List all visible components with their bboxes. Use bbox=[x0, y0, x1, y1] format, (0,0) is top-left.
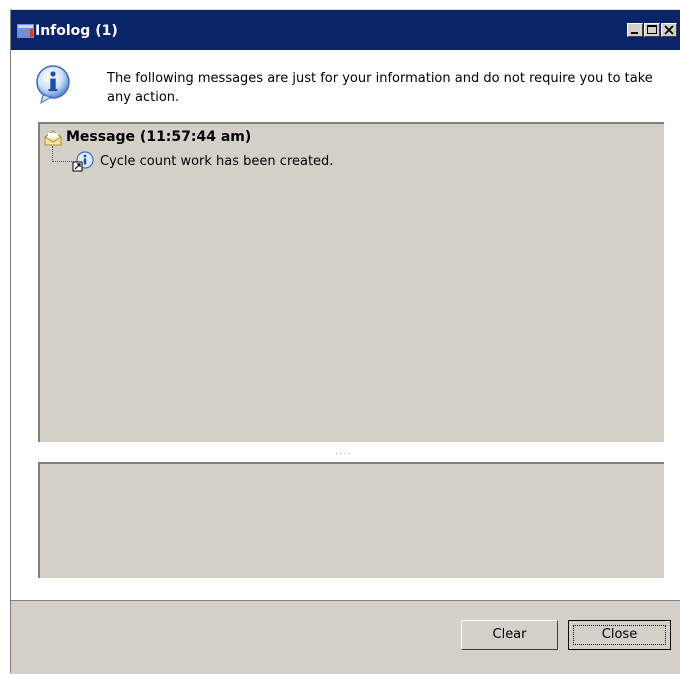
close-button-label: Close bbox=[573, 625, 666, 645]
close-icon bbox=[664, 25, 674, 35]
close-button[interactable]: Close bbox=[568, 620, 671, 650]
maximize-icon bbox=[647, 25, 657, 34]
panel-splitter[interactable]: .... bbox=[38, 442, 664, 462]
minimize-icon bbox=[631, 32, 638, 34]
close-window-button[interactable] bbox=[661, 23, 677, 37]
info-message: The following messages are just for your… bbox=[107, 71, 653, 105]
info-icon bbox=[36, 65, 70, 104]
app-icon bbox=[17, 24, 34, 38]
clear-button[interactable]: Clear bbox=[461, 620, 558, 650]
message-item[interactable]: Cycle count work has been created. bbox=[100, 154, 333, 169]
tree-connector bbox=[52, 146, 72, 162]
button-bar: Clear Close bbox=[11, 600, 680, 674]
window-title: Infolog (1) bbox=[35, 23, 118, 39]
info-small-icon bbox=[72, 151, 94, 172]
message-detail-panel[interactable] bbox=[38, 462, 664, 578]
splitter-grip: .... bbox=[335, 446, 352, 457]
maximize-button[interactable] bbox=[644, 23, 660, 37]
message-tree-panel[interactable]: Message (11:57:44 am) Cycle count work h… bbox=[38, 122, 664, 442]
infolog-window: Infolog (1) The following messages are j… bbox=[10, 9, 680, 674]
envelope-icon bbox=[44, 130, 62, 146]
title-bar[interactable]: Infolog (1) bbox=[11, 10, 680, 50]
minimize-button[interactable] bbox=[627, 23, 643, 37]
message-node-label: Message (11:57:44 am) bbox=[66, 129, 252, 145]
